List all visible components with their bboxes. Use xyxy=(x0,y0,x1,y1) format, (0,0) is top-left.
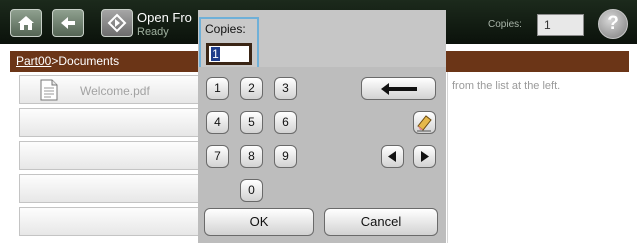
breadcrumb-current: Documents xyxy=(58,54,120,68)
keypad: 1 2 3 4 5 6 7 8 9 0 OK Cancel xyxy=(198,67,446,243)
home-button[interactable] xyxy=(10,9,42,37)
back-button[interactable] xyxy=(52,9,84,37)
copies-entry-field[interactable]: 1 xyxy=(206,43,252,65)
ok-button[interactable]: OK xyxy=(204,208,314,236)
screen-title: Open Fro xyxy=(137,10,192,25)
help-button[interactable]: ? xyxy=(598,9,628,39)
copies-entry-value: 1 xyxy=(211,47,220,61)
file-list-item[interactable] xyxy=(19,207,199,236)
key-7[interactable]: 7 xyxy=(206,145,229,168)
backspace-arrow-icon xyxy=(380,83,417,95)
cursor-right-button[interactable] xyxy=(413,145,436,168)
cursor-left-button[interactable] xyxy=(381,145,404,168)
start-icon xyxy=(107,13,127,33)
key-4[interactable]: 4 xyxy=(206,111,229,134)
file-name: Welcome.pdf xyxy=(80,84,150,98)
document-icon xyxy=(40,79,58,101)
status-text: Ready xyxy=(137,26,169,38)
triangle-right-icon xyxy=(421,151,429,162)
file-list-item[interactable] xyxy=(19,174,199,203)
backspace-button[interactable] xyxy=(361,77,436,100)
key-6[interactable]: 6 xyxy=(274,111,297,134)
key-5[interactable]: 5 xyxy=(240,111,263,134)
key-2[interactable]: 2 xyxy=(240,77,263,100)
key-9[interactable]: 9 xyxy=(274,145,297,168)
instruction-text: from the list at the left. xyxy=(452,80,561,92)
clear-button[interactable] xyxy=(413,111,436,134)
start-button[interactable] xyxy=(101,9,133,37)
copies-field[interactable]: 1 xyxy=(537,14,584,36)
panel-divider xyxy=(447,72,448,243)
copies-entry-label: Copies: xyxy=(205,22,246,36)
key-0[interactable]: 0 xyxy=(240,179,263,202)
eraser-icon xyxy=(417,115,432,132)
file-list-item[interactable] xyxy=(19,141,199,170)
copies-keypad-dialog: Copies: 1 1 2 3 4 5 6 7 8 9 0 OK Cancel xyxy=(198,10,446,243)
key-8[interactable]: 8 xyxy=(240,145,263,168)
back-arrow-icon xyxy=(61,17,75,29)
cancel-button[interactable]: Cancel xyxy=(324,208,438,236)
copies-entry: Copies: 1 xyxy=(199,17,259,72)
breadcrumb-root-link[interactable]: Part00 xyxy=(16,54,51,68)
file-list-item[interactable] xyxy=(19,108,199,137)
home-icon xyxy=(18,16,34,30)
copies-label: Copies: xyxy=(488,19,522,30)
key-3[interactable]: 3 xyxy=(274,77,297,100)
file-list-item[interactable]: Welcome.pdf xyxy=(19,75,199,104)
triangle-left-icon xyxy=(388,151,396,162)
key-1[interactable]: 1 xyxy=(206,77,229,100)
